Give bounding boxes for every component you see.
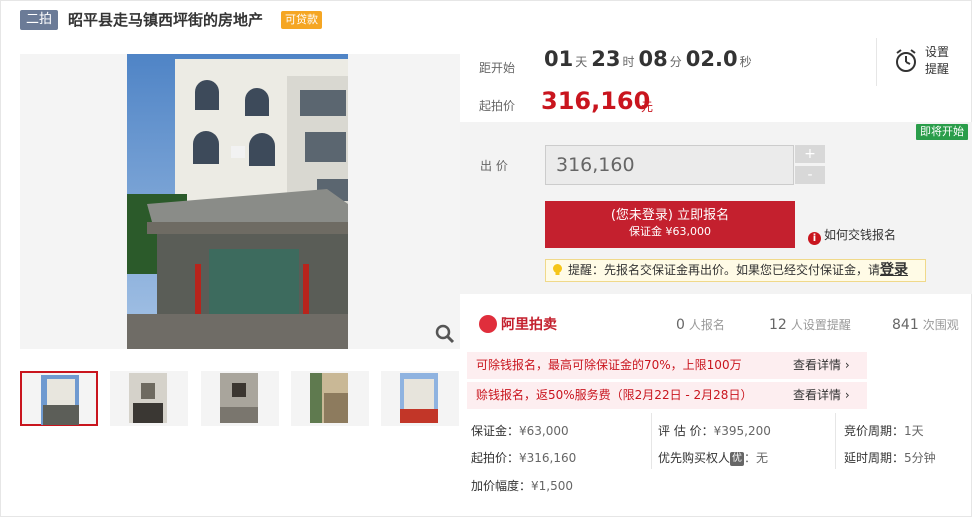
loan-tag: 可贷款 bbox=[281, 11, 322, 29]
reminders-label: 人设置提醒 bbox=[790, 318, 851, 332]
main-image-viewer[interactable] bbox=[20, 54, 460, 349]
divider bbox=[651, 413, 652, 469]
login-tip: 提醒：先报名交保证金再出价。如果您已经交付保证金，请登录 bbox=[545, 259, 926, 282]
views-count: 841 bbox=[892, 317, 919, 333]
lightbulb-icon bbox=[551, 263, 564, 277]
delay-value: 5分钟 bbox=[904, 451, 936, 465]
appraisal-value: ¥395,200 bbox=[713, 424, 771, 438]
how-to-pay-link[interactable]: i 如何交钱报名 bbox=[808, 226, 896, 245]
logo-mark-icon bbox=[479, 315, 497, 333]
start-price-label: 起拍价 bbox=[479, 99, 516, 113]
countdown-timer: 01 天 23 时 08 分 02.0 秒 bbox=[544, 47, 756, 71]
signup-line1: (您未登录) 立即报名 bbox=[610, 208, 730, 223]
signups-label: 人报名 bbox=[688, 318, 725, 332]
bid-input[interactable]: 316,160 bbox=[545, 145, 794, 185]
login-link[interactable]: 登录 bbox=[880, 262, 908, 278]
appraisal-info: 评 估 价：¥395,200 bbox=[658, 422, 771, 439]
platform-name: 阿里拍卖 bbox=[501, 317, 557, 333]
divider bbox=[835, 413, 836, 469]
thumbnail[interactable] bbox=[201, 371, 279, 426]
signup-line2: 保证金 ¥63,000 bbox=[629, 225, 711, 238]
increment-info: 加价幅度：¥1,500 bbox=[471, 477, 573, 494]
minutes-unit: 分 bbox=[669, 55, 682, 69]
views-stat: 841 次围观 bbox=[892, 316, 959, 333]
thumbnail-image bbox=[41, 375, 79, 425]
thumbnail[interactable] bbox=[291, 371, 369, 426]
views-label: 次围观 bbox=[922, 318, 959, 332]
deposit-label: 保证金： bbox=[471, 424, 520, 438]
delay-info: 延时周期：5分钟 bbox=[844, 449, 936, 466]
priority-label: 优先购买权人 bbox=[658, 451, 731, 465]
deposit-info: 保证金：¥63,000 bbox=[471, 422, 569, 439]
thumbnail-image bbox=[220, 373, 258, 423]
reminders-count: 12 bbox=[769, 317, 787, 333]
promo-details-label: 查看详情 bbox=[793, 388, 842, 402]
countdown-label: 距开始 bbox=[479, 61, 516, 75]
start-value: ¥316,160 bbox=[519, 451, 577, 465]
increment-value: ¥1,500 bbox=[531, 479, 574, 493]
set-reminder-button[interactable]: 设置提醒 bbox=[876, 38, 968, 86]
countdown-days: 01 bbox=[544, 47, 574, 71]
page-title: 昭平县走马镇西坪街的房地产 bbox=[68, 11, 264, 29]
hours-unit: 时 bbox=[622, 55, 635, 69]
start-label: 起拍价： bbox=[471, 451, 520, 465]
signups-count: 0 bbox=[676, 317, 685, 333]
deposit-value: ¥63,000 bbox=[519, 424, 569, 438]
promo-details-label: 查看详情 bbox=[793, 358, 842, 372]
cycle-label: 竞价周期： bbox=[844, 424, 905, 438]
promo-details-link[interactable]: 查看详情 › bbox=[793, 382, 850, 409]
promo-banner: 可除钱报名，最高可除保证金的70%，上限100万 查看详情 › bbox=[467, 352, 867, 379]
promo-text: 可除钱报名，最高可除保证金的70%，上限100万 bbox=[476, 358, 742, 372]
countdown-seconds: 02.0 bbox=[685, 47, 738, 71]
status-badge: 即将开始 bbox=[916, 124, 968, 140]
priority-tag: 优 bbox=[730, 452, 745, 466]
delay-label: 延时周期： bbox=[844, 451, 905, 465]
alibaba-auction-logo: 阿里拍卖 bbox=[479, 314, 557, 336]
signups-stat: 0 人报名 bbox=[676, 316, 725, 333]
magnifier-icon[interactable] bbox=[434, 323, 456, 345]
thumbnail-image bbox=[129, 373, 167, 423]
thumbnail[interactable] bbox=[381, 371, 459, 426]
promo-details-link[interactable]: 查看详情 › bbox=[793, 352, 850, 379]
thumbnail[interactable] bbox=[20, 371, 98, 426]
priority-value: ：无 bbox=[744, 451, 769, 465]
promo-banner: 赊钱报名，返50%服务费（限2月22日 - 2月28日） 查看详情 › bbox=[467, 382, 867, 409]
info-icon: i bbox=[808, 232, 821, 245]
priority-info: 优先购买权人优：无 bbox=[658, 449, 768, 466]
auction-page: 二拍 昭平县走马镇西坪街的房地产 可贷款 距开始 01 天 23 时 08 分 … bbox=[0, 0, 972, 517]
increase-bid-button[interactable]: + bbox=[795, 145, 825, 163]
thumbnail-image bbox=[400, 373, 438, 423]
start-price-value: 316,160 bbox=[541, 87, 651, 115]
thumbnail-strip bbox=[20, 371, 460, 427]
how-to-pay-label: 如何交钱报名 bbox=[824, 228, 897, 242]
reminders-stat: 12 人设置提醒 bbox=[769, 316, 851, 333]
thumbnail-image bbox=[310, 373, 348, 423]
countdown-hours: 23 bbox=[591, 47, 621, 71]
bid-panel: 即将开始 出 价 316,160 + - (您未登录) 立即报名 保证金 ¥63… bbox=[460, 122, 972, 294]
start-price-unit: 元 bbox=[641, 100, 654, 114]
cycle-info: 竞价周期：1天 bbox=[844, 422, 924, 439]
tip-text: 提醒：先报名交保证金再出价。如果您已经交付保证金，请 bbox=[568, 263, 881, 277]
days-unit: 天 bbox=[575, 55, 588, 69]
bid-label: 出 价 bbox=[480, 159, 508, 173]
round-badge: 二拍 bbox=[20, 10, 59, 30]
decrease-bid-button[interactable]: - bbox=[795, 166, 825, 184]
seconds-unit: 秒 bbox=[739, 55, 752, 69]
signup-button[interactable]: (您未登录) 立即报名 保证金 ¥63,000 bbox=[545, 201, 795, 248]
increment-label: 加价幅度： bbox=[471, 479, 532, 493]
reminder-label: 设置提醒 bbox=[925, 45, 950, 76]
cycle-value: 1天 bbox=[904, 424, 924, 438]
appraisal-label: 评 估 价： bbox=[658, 424, 714, 438]
thumbnail[interactable] bbox=[110, 371, 188, 426]
countdown-minutes: 08 bbox=[638, 47, 668, 71]
alarm-clock-icon bbox=[894, 48, 918, 78]
start-price-info: 起拍价：¥316,160 bbox=[471, 449, 576, 466]
promo-text: 赊钱报名，返50%服务费（限2月22日 - 2月28日） bbox=[476, 388, 753, 402]
property-photo bbox=[127, 54, 348, 349]
